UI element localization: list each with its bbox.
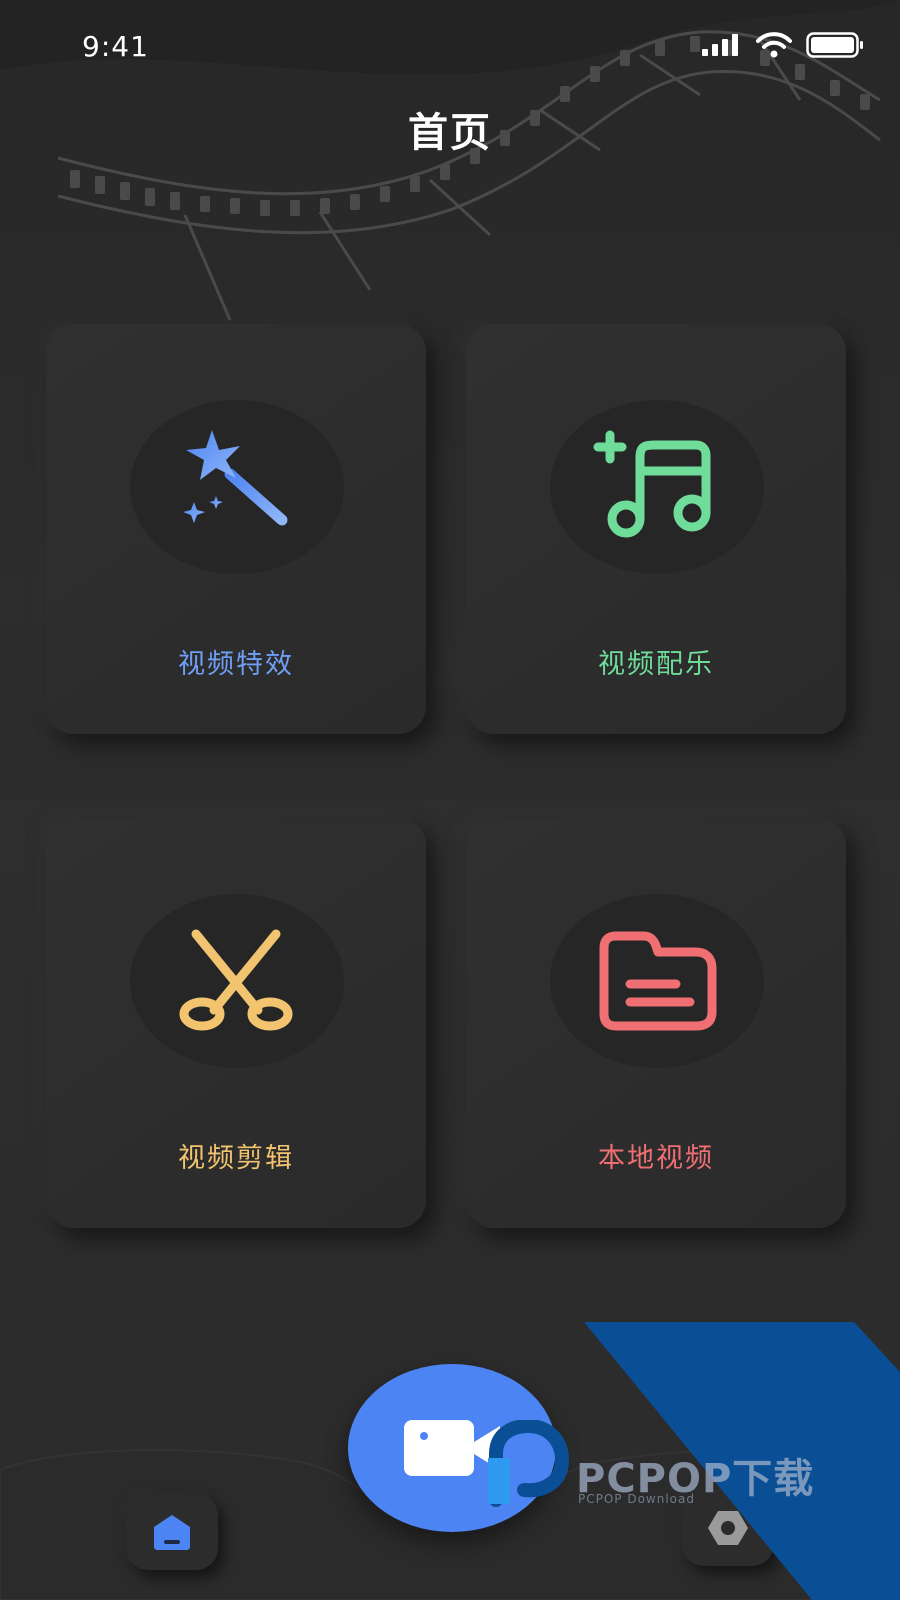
card-video-music[interactable]: 视频配乐 (466, 324, 846, 734)
folder-icon (599, 931, 717, 1031)
icon-circle (550, 894, 764, 1068)
wifi-icon (756, 32, 792, 58)
battery-icon (806, 32, 863, 58)
card-local-videos[interactable]: 本地视频 (466, 818, 846, 1228)
card-label: 视频特效 (178, 649, 294, 680)
card-video-effects[interactable]: 视频特效 (46, 324, 426, 734)
signal-icon (702, 34, 738, 56)
home-icon (154, 1515, 190, 1550)
status-icons (702, 32, 864, 58)
magic-wand-icon (183, 430, 288, 526)
nav-home-button[interactable] (126, 1494, 218, 1570)
status-bar: 9:41 (0, 0, 900, 96)
icon-circle (550, 400, 764, 574)
watermark-subtext: PCPOP Download (578, 1492, 695, 1506)
card-video-edit[interactable]: 视频剪辑 (46, 818, 426, 1228)
music-add-icon (593, 430, 711, 538)
status-time: 9:41 (82, 30, 149, 63)
card-label: 视频剪辑 (178, 1143, 294, 1174)
card-label: 视频配乐 (598, 649, 714, 680)
page-title: 首页 (408, 110, 492, 156)
icon-circle (130, 894, 344, 1068)
scissors-icon (179, 929, 293, 1031)
home-screen: 9:41 首页 视频特效 视频配乐 视频剪辑 本地视频 PCPOP下载 PCPO… (0, 0, 900, 1600)
card-label: 本地视频 (598, 1143, 714, 1174)
icon-circle (130, 400, 344, 574)
watermark-logo (488, 1420, 570, 1507)
